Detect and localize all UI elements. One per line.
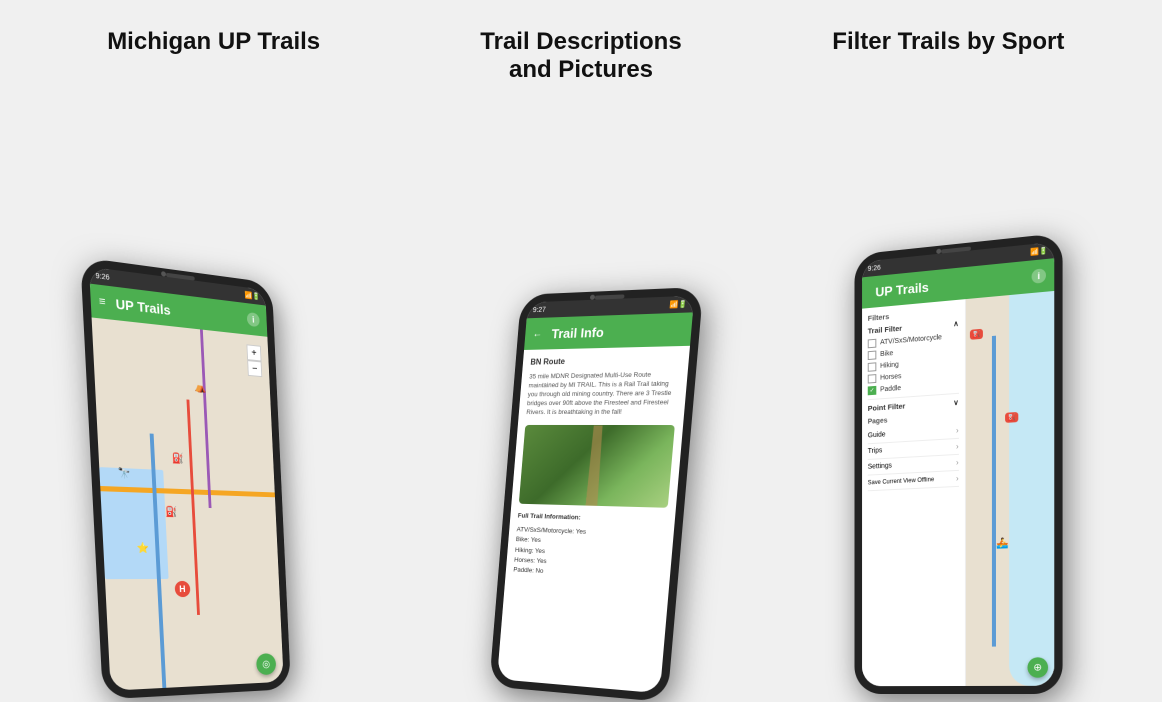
chevron-trips: › xyxy=(956,442,959,451)
chevron-offline: › xyxy=(956,474,959,483)
status-icons-right: 📶🔋 xyxy=(1030,247,1048,257)
zoom-out-btn[interactable]: − xyxy=(247,360,262,377)
trail-info-content: BN Route 35 mile MDNR Designated Multi-U… xyxy=(497,346,690,694)
map-right-side: ⛽ ⛽ 🚣 ⊕ xyxy=(965,291,1054,686)
phone-right-wrapper: 9:26 📶🔋 UP Trails i Filters xyxy=(854,233,1062,694)
hamburger-icon[interactable]: ≡ xyxy=(99,295,106,308)
trail-description: 35 mile MDNR Designated Multi-Use Route … xyxy=(526,370,680,418)
water-right xyxy=(1009,291,1054,686)
checkbox-bike[interactable] xyxy=(868,351,877,361)
point-filter-section: Point Filter ∨ xyxy=(868,393,959,413)
map-left: ⛺ 🔭 ⛽ ⛽ ⭐ H + − ◎ xyxy=(92,317,284,690)
h-marker: H xyxy=(175,581,191,597)
label-atv: ATV/SxS/Motorcycle xyxy=(880,334,942,346)
status-icons-center: 📶🔋 xyxy=(670,300,689,309)
phone-left-body: 9:26 📶🔋 ≡ UP Trails i xyxy=(80,257,291,699)
checkbox-horses[interactable] xyxy=(868,374,877,383)
status-time-left: 9:26 xyxy=(96,272,110,281)
info-icon-left[interactable]: i xyxy=(247,312,260,327)
label-bike: Bike xyxy=(880,350,893,358)
status-time-right: 9:26 xyxy=(868,264,881,272)
phone-left-screen: 9:26 📶🔋 ≡ UP Trails i xyxy=(89,267,284,691)
point-filter-header: Point Filter ∨ xyxy=(868,398,959,413)
back-icon[interactable]: ← xyxy=(533,328,543,339)
phone-center-app-bar: ← Trail Info xyxy=(525,312,694,350)
zoom-controls: + − xyxy=(247,344,263,377)
route-line-right xyxy=(992,335,996,647)
trail-path-visual xyxy=(577,425,613,506)
page-label-settings: Settings xyxy=(868,463,892,471)
collapse-icon[interactable]: ∧ xyxy=(953,319,958,328)
phones-row: 9:26 📶🔋 ≡ UP Trails i xyxy=(0,94,1162,694)
checkbox-atv[interactable] xyxy=(868,339,877,349)
checkbox-paddle[interactable]: ✓ xyxy=(868,386,877,395)
map-fab-left[interactable]: ◎ xyxy=(256,653,276,675)
trail-image xyxy=(519,425,675,508)
fuel-icon-1: ⛽ xyxy=(172,453,184,465)
label-hiking: Hiking xyxy=(880,362,899,370)
phone-center-body: 9:27 📶🔋 ← Trail Info BN Route 35 mile MD… xyxy=(490,287,704,702)
full-info-text: ATV/SxS/Motorcycle: Yes Bike: Yes Hiking… xyxy=(513,525,666,584)
road-purple-v xyxy=(201,329,213,508)
heading-left: Michigan UP Trails xyxy=(30,28,397,84)
page-label-trips: Trips xyxy=(868,447,883,455)
point-filter-collapse[interactable]: ∨ xyxy=(953,398,958,407)
map-fab-right[interactable]: ⊕ xyxy=(1027,657,1048,678)
phone-right-screen: 9:26 📶🔋 UP Trails i Filters xyxy=(862,242,1054,686)
status-time-center: 9:27 xyxy=(533,306,546,313)
page-container: Michigan UP Trails Trail Descriptions an… xyxy=(0,0,1162,694)
label-paddle: Paddle xyxy=(880,385,901,393)
star-icon: ⭐ xyxy=(137,543,150,554)
kayak-icon: 🚣 xyxy=(996,538,1009,550)
heading-center: Trail Descriptions and Pictures xyxy=(397,28,764,84)
full-info-title: Full Trail Information: xyxy=(518,512,668,527)
phone-center-wrapper: 9:27 📶🔋 ← Trail Info BN Route 35 mile MD… xyxy=(490,287,704,702)
page-item-offline[interactable]: Save Current View Offline › xyxy=(868,471,959,491)
trail-full-info: Full Trail Information: ATV/SxS/Motorcyc… xyxy=(513,512,667,584)
pages-section: Pages Guide › Trips › Set xyxy=(868,413,959,491)
route-label: BN Route xyxy=(531,354,682,366)
chevron-settings: › xyxy=(956,458,959,467)
road-red-v xyxy=(187,400,200,615)
headings-row: Michigan UP Trails Trail Descriptions an… xyxy=(0,0,1162,94)
phone-right-body: 9:26 📶🔋 UP Trails i Filters xyxy=(854,233,1062,694)
fuel-marker-2: ⛽ xyxy=(1005,412,1018,423)
fuel-icon-2: ⛽ xyxy=(166,507,179,518)
info-icon-right[interactable]: i xyxy=(1031,268,1045,284)
chevron-guide: › xyxy=(956,426,959,435)
page-label-offline: Save Current View Offline xyxy=(868,477,934,486)
filter-panel: Filters Trail Filter ∧ ATV/SxS/Motorcycl… xyxy=(862,299,966,686)
trail-filter-label: Trail Filter xyxy=(868,324,902,336)
filter-content: Filters Trail Filter ∧ ATV/SxS/Motorcycl… xyxy=(862,291,1054,686)
point-filter-label: Point Filter xyxy=(868,402,906,413)
binoculars-icon: 🔭 xyxy=(118,468,131,480)
phone-left-camera xyxy=(161,271,166,277)
page-label-guide: Guide xyxy=(868,431,886,439)
app-title-center: Trail Info xyxy=(551,322,684,341)
phone-left-wrapper: 9:26 📶🔋 ≡ UP Trails i xyxy=(80,257,291,699)
status-icons-left: 📶🔋 xyxy=(245,291,261,301)
fuel-marker-1: ⛽ xyxy=(970,329,983,340)
camp-icon: ⛺ xyxy=(194,382,206,394)
label-horses: Horses xyxy=(880,373,901,381)
zoom-in-btn[interactable]: + xyxy=(247,344,262,361)
heading-right: Filter Trails by Sport xyxy=(765,28,1132,84)
phone-center-screen: 9:27 📶🔋 ← Trail Info BN Route 35 mile MD… xyxy=(497,296,694,694)
checkbox-hiking[interactable] xyxy=(868,362,877,371)
